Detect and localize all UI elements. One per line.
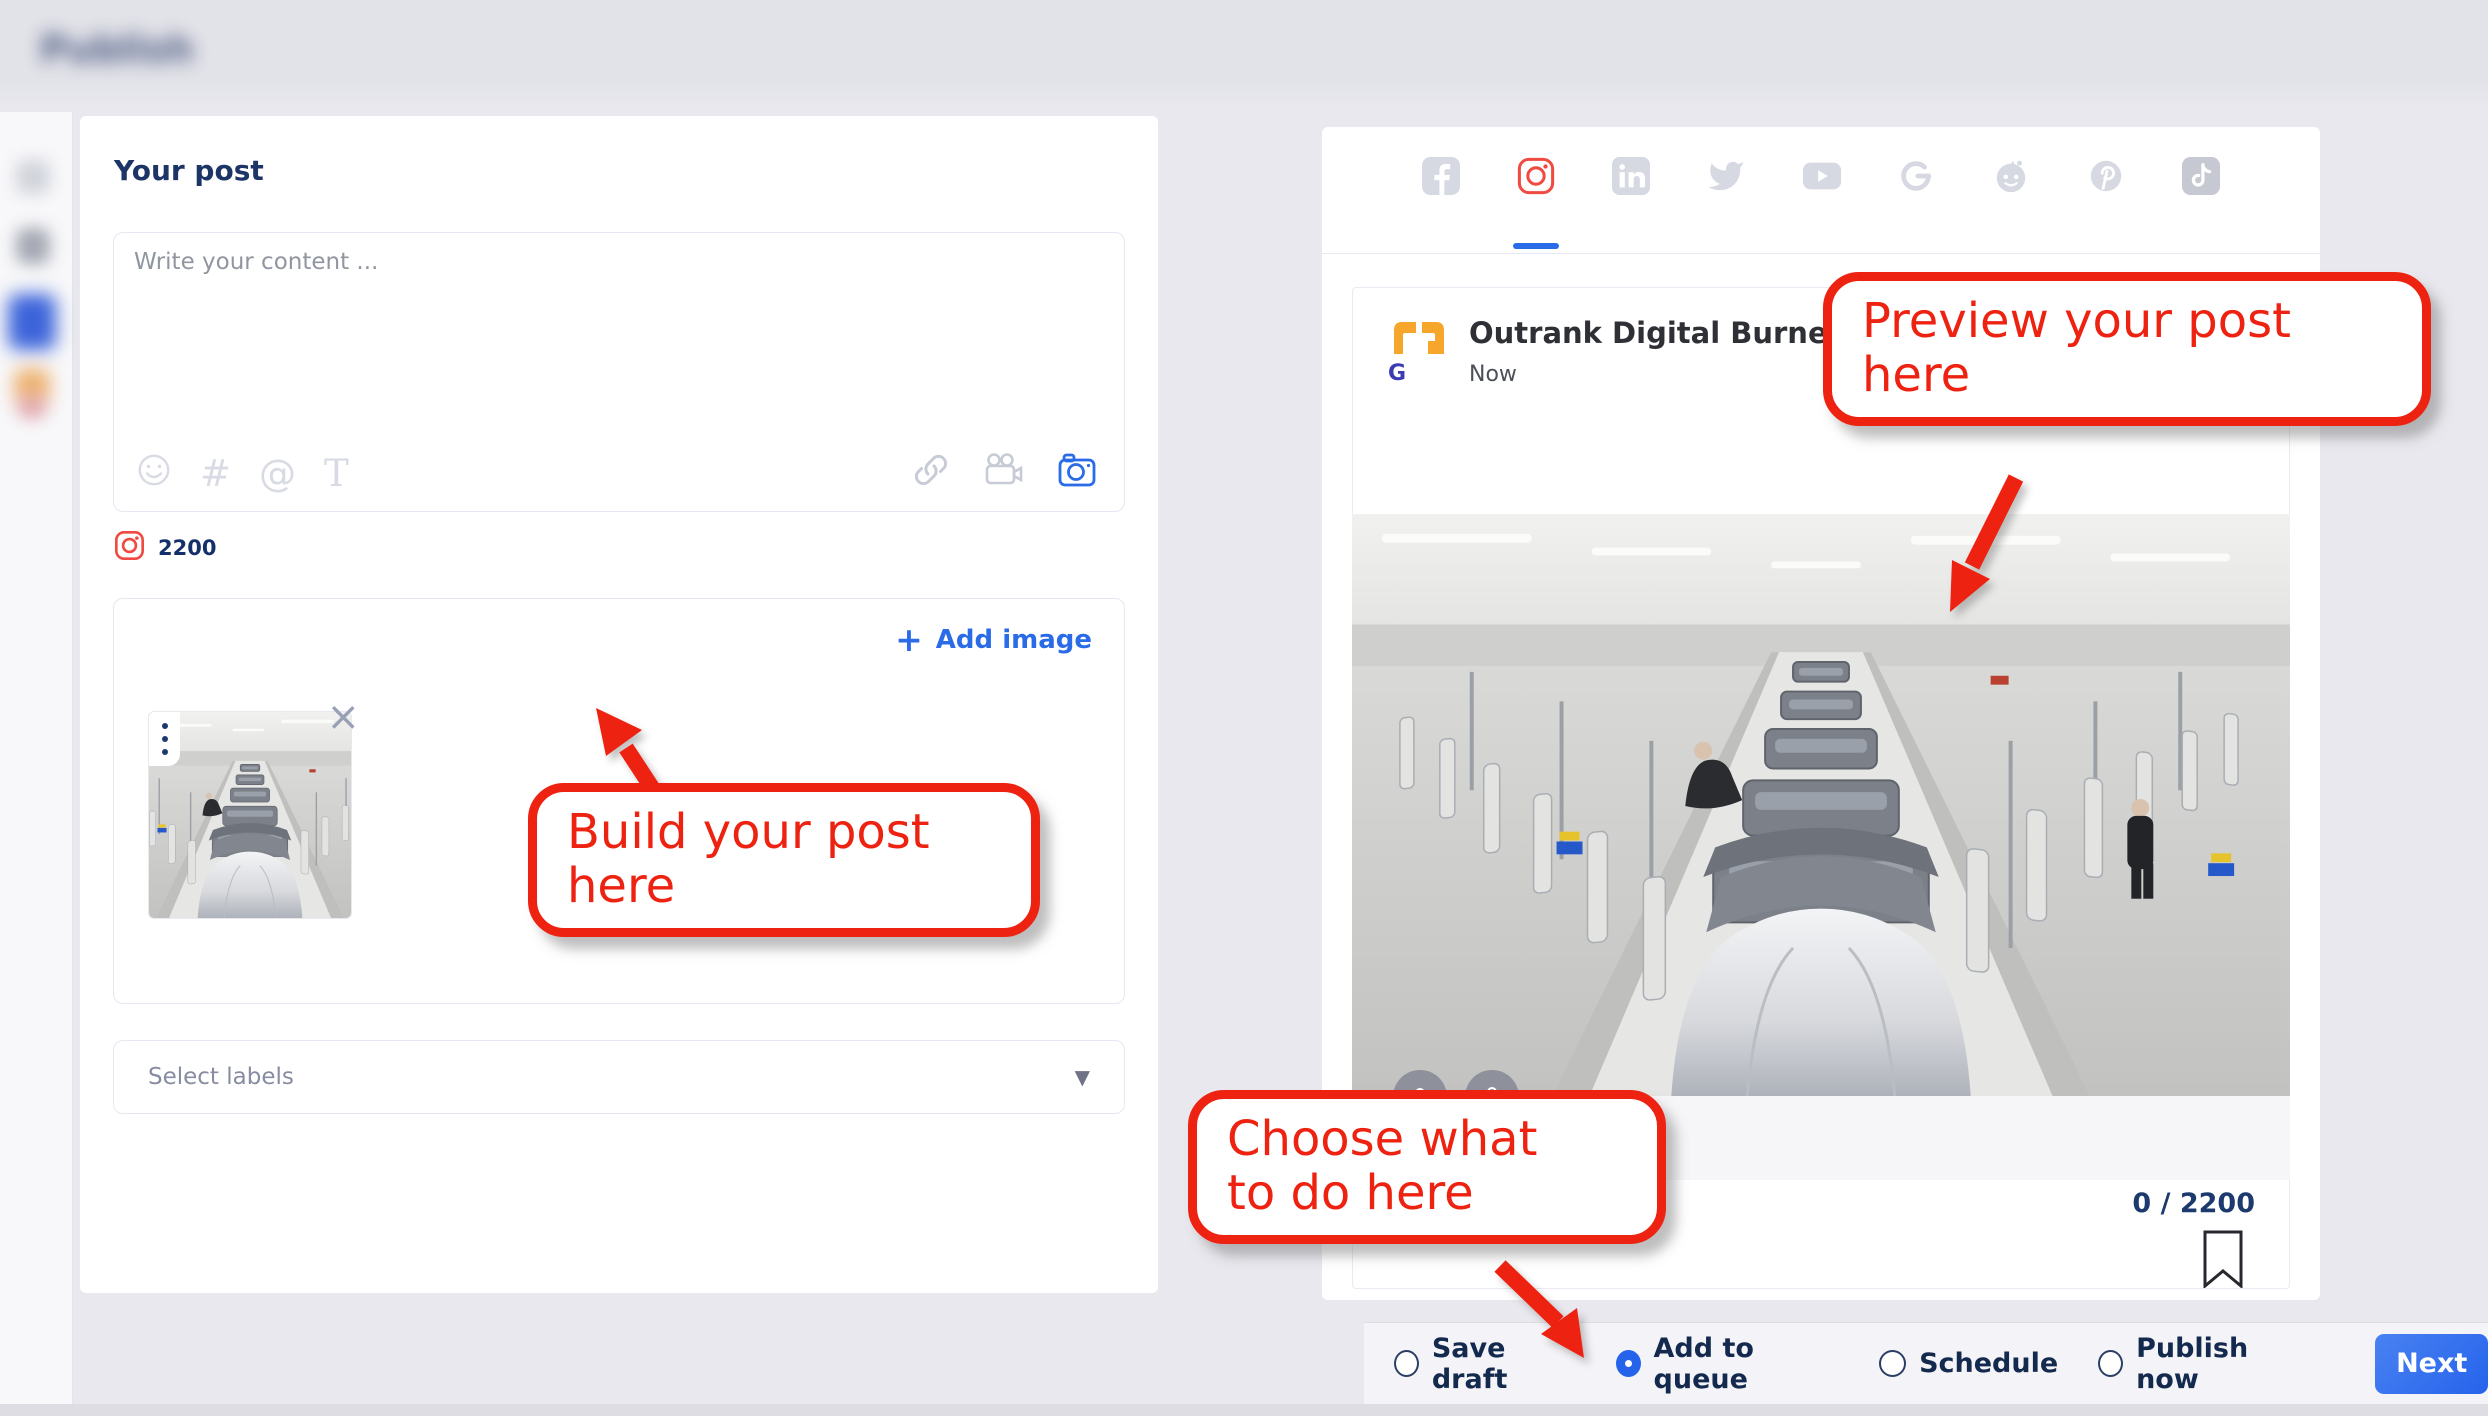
labels-select[interactable]: Select labels ▼: [113, 1040, 1125, 1114]
option-save-draft[interactable]: Save draft: [1394, 1333, 1576, 1395]
char-limit-value: 2200: [158, 536, 216, 560]
active-tab-indicator: [1513, 243, 1559, 249]
link-icon[interactable]: [912, 451, 950, 493]
tab-google-icon[interactable]: [1897, 157, 1935, 195]
tab-pinterest-icon[interactable]: [2087, 157, 2125, 195]
tab-facebook-icon[interactable]: [1422, 157, 1460, 195]
tab-twitter-icon[interactable]: [1707, 157, 1745, 195]
bookmark-icon: [2201, 1230, 2245, 1292]
post-content-input[interactable]: [132, 247, 1096, 431]
composer-card: Your post # @ T: [80, 116, 1158, 1293]
page-title: Publish: [40, 28, 194, 71]
plus-icon: +: [895, 625, 923, 655]
drag-handle-icon[interactable]: [149, 712, 180, 766]
sidebar-item-icon[interactable]: [16, 228, 50, 264]
tab-youtube-icon[interactable]: [1802, 157, 1840, 195]
callout-build-your-post: Build your post here: [528, 783, 1040, 937]
account-name: Outrank Digital Burner: [1469, 316, 1842, 350]
post-image: [1352, 514, 2290, 1096]
factory-photo: [1352, 514, 2290, 1096]
close-icon[interactable]: ×: [326, 697, 360, 737]
next-button[interactable]: Next: [2375, 1334, 2488, 1394]
add-image-button[interactable]: + Add image: [895, 625, 1092, 655]
camera-icon[interactable]: [1056, 451, 1098, 493]
text-format-icon[interactable]: T: [324, 455, 349, 493]
chevron-down-icon: ▼: [1075, 1065, 1090, 1089]
divider: [1322, 253, 2320, 254]
callout-choose-what-to-do: Choose what to do here: [1188, 1090, 1666, 1244]
sidebar-item-publish-icon[interactable]: [8, 294, 56, 350]
option-publish-now[interactable]: Publish now: [2098, 1333, 2303, 1395]
content-editor[interactable]: # @ T: [113, 232, 1125, 512]
char-limit-row: 2200: [114, 530, 216, 565]
radio-icon[interactable]: [1879, 1350, 1906, 1377]
app-header: Publish: [0, 0, 2488, 112]
tab-tiktok-icon[interactable]: [2182, 157, 2220, 195]
option-schedule[interactable]: Schedule: [1879, 1348, 2058, 1379]
callout-preview-your-post: Preview your post here: [1823, 272, 2431, 426]
emoji-icon[interactable]: [136, 452, 172, 495]
radio-icon[interactable]: [2098, 1350, 2123, 1377]
instagram-icon: [114, 530, 145, 565]
option-add-to-queue[interactable]: Add to queue: [1616, 1333, 1839, 1395]
radio-icon[interactable]: [1616, 1350, 1641, 1377]
hashtag-icon[interactable]: #: [200, 455, 231, 493]
video-icon[interactable]: [982, 451, 1024, 493]
char-counter: 0 / 2200: [2132, 1188, 2255, 1219]
page-bottom-margin: [0, 1404, 2488, 1416]
composer-title: Your post: [114, 154, 264, 187]
svg-text:G: G: [1388, 361, 1406, 382]
post-time: Now: [1469, 362, 1517, 387]
side-nav: [0, 112, 73, 1416]
tab-linkedin-icon[interactable]: [1612, 157, 1650, 195]
tab-reddit-icon[interactable]: [1992, 157, 2030, 195]
tab-instagram-icon[interactable]: [1517, 157, 1555, 195]
publish-action-bar: Save draft Add to queue Schedule Publish…: [1364, 1322, 2488, 1404]
sidebar-item-icon[interactable]: [16, 160, 50, 194]
account-avatar: G: [1386, 314, 1450, 382]
network-tabs: [1322, 157, 2320, 195]
mention-icon[interactable]: @: [259, 455, 296, 493]
sidebar-item-icon: [18, 396, 46, 418]
image-thumbnail[interactable]: ×: [148, 711, 350, 917]
radio-icon[interactable]: [1394, 1350, 1419, 1377]
